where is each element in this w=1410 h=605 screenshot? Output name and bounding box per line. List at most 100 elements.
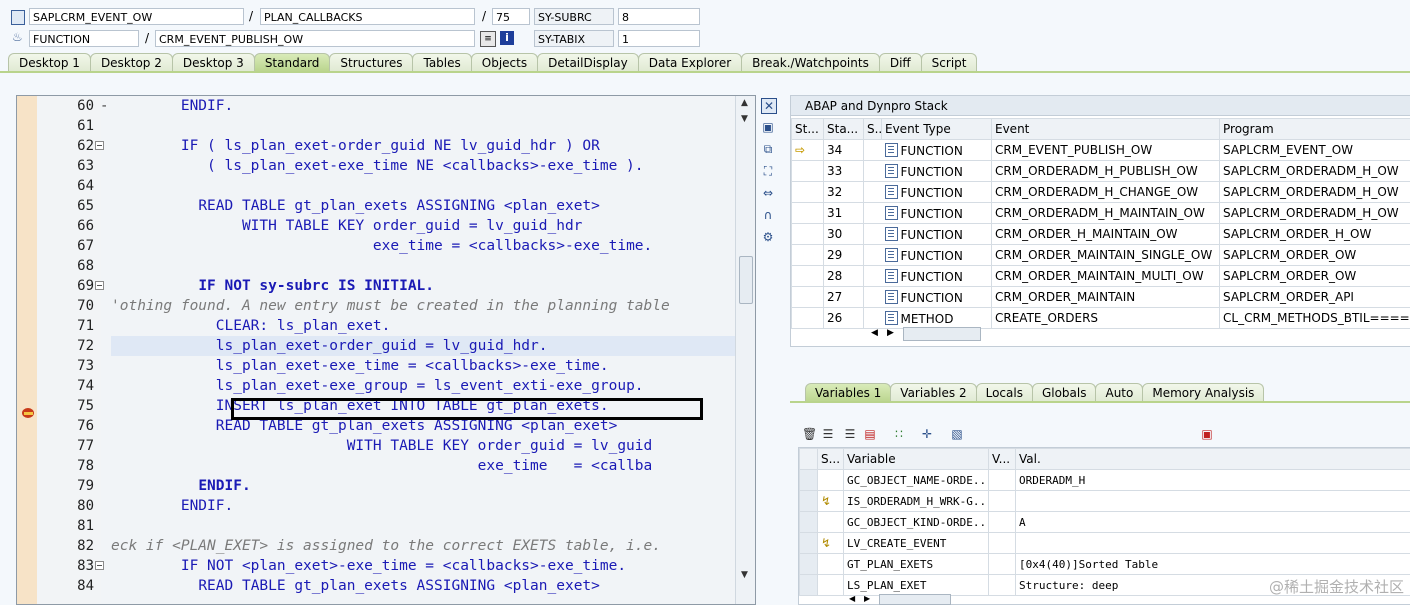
- variable-value[interactable]: [1016, 533, 1410, 554]
- variable-name[interactable]: LS_PLAN_EXET: [844, 575, 989, 596]
- scroll-thumb[interactable]: [739, 256, 753, 304]
- variable-name[interactable]: GC_OBJECT_KIND-ORDE...: [844, 512, 989, 533]
- maximize-icon[interactable]: ⛶: [761, 164, 775, 178]
- horizontal-scroll-thumb[interactable]: [903, 327, 981, 341]
- code-line[interactable]: 63 ( ls_plan_exet-exe_time NE <callbacks…: [17, 156, 735, 176]
- row-selector[interactable]: [800, 470, 818, 491]
- code-line[interactable]: 81: [17, 516, 735, 536]
- code-line[interactable]: 67 exe_time = <callbacks>-exe_time.: [17, 236, 735, 256]
- code-line[interactable]: 70'othing found. A new entry must be cre…: [17, 296, 735, 316]
- new-tool-icon[interactable]: ▣: [761, 120, 775, 134]
- stack-col-header[interactable]: Event Type: [882, 119, 992, 140]
- scroll-right-icon[interactable]: ▶: [887, 328, 894, 338]
- code-line[interactable]: 73 ls_plan_exet-exe_time = <callbacks>-e…: [17, 356, 735, 376]
- stack-row[interactable]: 26METHODCREATE_ORDERSCL_CRM_METHODS_BTIL…: [792, 308, 1410, 329]
- code-line[interactable]: 80 ENDIF.: [17, 496, 735, 516]
- vartab-memory-analysis[interactable]: Memory Analysis: [1142, 383, 1264, 403]
- vartab-variables-2[interactable]: Variables 2: [890, 383, 976, 403]
- row-selector[interactable]: [800, 554, 818, 575]
- stack-row[interactable]: ⇨34FUNCTIONCRM_EVENT_PUBLISH_OWSAPLCRM_E…: [792, 140, 1410, 161]
- stack-row[interactable]: 28FUNCTIONCRM_ORDER_MAINTAIN_MULTI_OWSAP…: [792, 266, 1410, 287]
- stack-row[interactable]: 30FUNCTIONCRM_ORDER_H_MAINTAIN_OWSAPLCRM…: [792, 224, 1410, 245]
- row-selector[interactable]: [800, 512, 818, 533]
- tab-standard[interactable]: Standard: [254, 53, 331, 72]
- vars-scroll-left-icon[interactable]: ◀: [849, 594, 855, 603]
- variable-name[interactable]: GC_OBJECT_NAME-ORDE...: [844, 470, 989, 491]
- scroll-down-small-icon[interactable]: ▼: [741, 114, 748, 124]
- code-line[interactable]: 65 READ TABLE gt_plan_exets ASSIGNING <p…: [17, 196, 735, 216]
- code-line[interactable]: 78 exe_time = <callba: [17, 456, 735, 476]
- close-icon[interactable]: ✕: [761, 98, 777, 114]
- vartab-variables-1[interactable]: Variables 1: [805, 383, 891, 403]
- code-line[interactable]: 64: [17, 176, 735, 196]
- stack-col-header[interactable]: St...: [792, 119, 824, 140]
- vars-scroll-right-icon[interactable]: ▶: [864, 594, 870, 603]
- tree-icon[interactable]: ∷: [892, 427, 906, 441]
- tab-objects[interactable]: Objects: [471, 53, 538, 72]
- vartab-globals[interactable]: Globals: [1032, 383, 1097, 403]
- editor-scrollbar[interactable]: ▲ ▼ ▼: [735, 96, 755, 604]
- save-vars-icon[interactable]: ☰: [821, 427, 835, 441]
- variable-row[interactable]: GC_OBJECT_KIND-ORDE... A: [800, 512, 1410, 533]
- code-line[interactable]: 62 IF ( ls_plan_exet-order_guid NE lv_gu…: [17, 136, 735, 156]
- code-line[interactable]: 61: [17, 116, 735, 136]
- program-field[interactable]: SAPLCRM_EVENT_OW: [29, 8, 244, 25]
- stack-row[interactable]: 32FUNCTIONCRM_ORDERADM_H_CHANGE_OWSAPLCR…: [792, 182, 1410, 203]
- stack-row[interactable]: 27FUNCTIONCRM_ORDER_MAINTAINSAPLCRM_ORDE…: [792, 287, 1410, 308]
- info-icon[interactable]: i: [500, 31, 514, 45]
- line-field[interactable]: 75: [492, 8, 530, 25]
- vars-horizontal-thumb[interactable]: [879, 594, 951, 605]
- variable-value[interactable]: A: [1016, 512, 1410, 533]
- row-selector[interactable]: [800, 533, 818, 554]
- variable-row[interactable]: ↯LV_CREATE_EVENT: [800, 533, 1410, 554]
- stack-col-header[interactable]: Program: [1220, 119, 1410, 140]
- sysubrc-value[interactable]: 8: [618, 8, 700, 25]
- variable-name[interactable]: GT_PLAN_EXETS: [844, 554, 989, 575]
- vartab-auto[interactable]: Auto: [1095, 383, 1143, 403]
- stack-col-header[interactable]: Sta...: [824, 119, 864, 140]
- export-icon[interactable]: ▤: [863, 427, 877, 441]
- row-selector[interactable]: [800, 575, 818, 596]
- variable-value[interactable]: [0x4(40)]Sorted Table: [1016, 554, 1410, 575]
- tab-data-explorer[interactable]: Data Explorer: [638, 53, 742, 72]
- code-line[interactable]: 69 IF NOT sy-subrc IS INITIAL.: [17, 276, 735, 296]
- fold-toggle-icon[interactable]: [95, 561, 104, 570]
- load-vars-icon[interactable]: ☰: [843, 427, 857, 441]
- vars-col-header[interactable]: V...: [989, 449, 1016, 470]
- row-selector[interactable]: [800, 491, 818, 512]
- variable-value[interactable]: [1016, 491, 1410, 512]
- vars-col-header[interactable]: S...: [818, 449, 844, 470]
- vars-col-header[interactable]: Variable: [844, 449, 989, 470]
- fold-toggle-icon[interactable]: [95, 281, 104, 290]
- delete-icon[interactable]: 🗑: [802, 427, 816, 441]
- include-field[interactable]: PLAN_CALLBACKS: [260, 8, 475, 25]
- variable-name[interactable]: IS_ORDERADM_H_WRK-G...: [844, 491, 989, 512]
- stack-col-header[interactable]: Event: [992, 119, 1220, 140]
- tab-tables[interactable]: Tables: [412, 53, 471, 72]
- structure-icon[interactable]: ▧: [950, 427, 964, 441]
- variable-row[interactable]: GC_OBJECT_NAME-ORDE... ORDERADM_H: [800, 470, 1410, 491]
- resize-horizontal-icon[interactable]: ⇔: [761, 186, 775, 200]
- tab-detaildisplay[interactable]: DetailDisplay: [537, 53, 639, 72]
- code-line[interactable]: 83 IF NOT <plan_exet>-exe_time = <callba…: [17, 556, 735, 576]
- breakpoint-icon[interactable]: [17, 407, 39, 420]
- tab-script[interactable]: Script: [921, 53, 978, 72]
- code-line[interactable]: 79 ENDIF.: [17, 476, 735, 496]
- stack-row[interactable]: 29FUNCTIONCRM_ORDER_MAINTAIN_SINGLE_OWSA…: [792, 245, 1410, 266]
- variable-value[interactable]: ORDERADM_H: [1016, 470, 1410, 491]
- code-line[interactable]: 60- ENDIF.: [17, 96, 735, 116]
- tab-desktop-3[interactable]: Desktop 3: [172, 53, 255, 72]
- tab-structures[interactable]: Structures: [329, 53, 413, 72]
- vars-col-header[interactable]: Val.: [1016, 449, 1410, 470]
- variable-name[interactable]: LV_CREATE_EVENT: [844, 533, 989, 554]
- swap-tool-icon[interactable]: ⧉: [761, 142, 775, 156]
- variable-row[interactable]: GT_PLAN_EXETS [0x4(40)]Sorted Table: [800, 554, 1410, 575]
- headset-icon[interactable]: ∩: [761, 208, 775, 222]
- code-line[interactable]: 68: [17, 256, 735, 276]
- sytabix-value[interactable]: 1: [618, 30, 700, 47]
- code-line[interactable]: 84 READ TABLE gt_plan_exets ASSIGNING <p…: [17, 576, 735, 596]
- grid-icon[interactable]: ≡: [480, 31, 496, 47]
- move-icon[interactable]: ✛: [920, 427, 934, 441]
- code-line[interactable]: 82eck if <PLAN_EXET> is assigned to the …: [17, 536, 735, 556]
- tab-break-watchpoints[interactable]: Break./Watchpoints: [741, 53, 880, 72]
